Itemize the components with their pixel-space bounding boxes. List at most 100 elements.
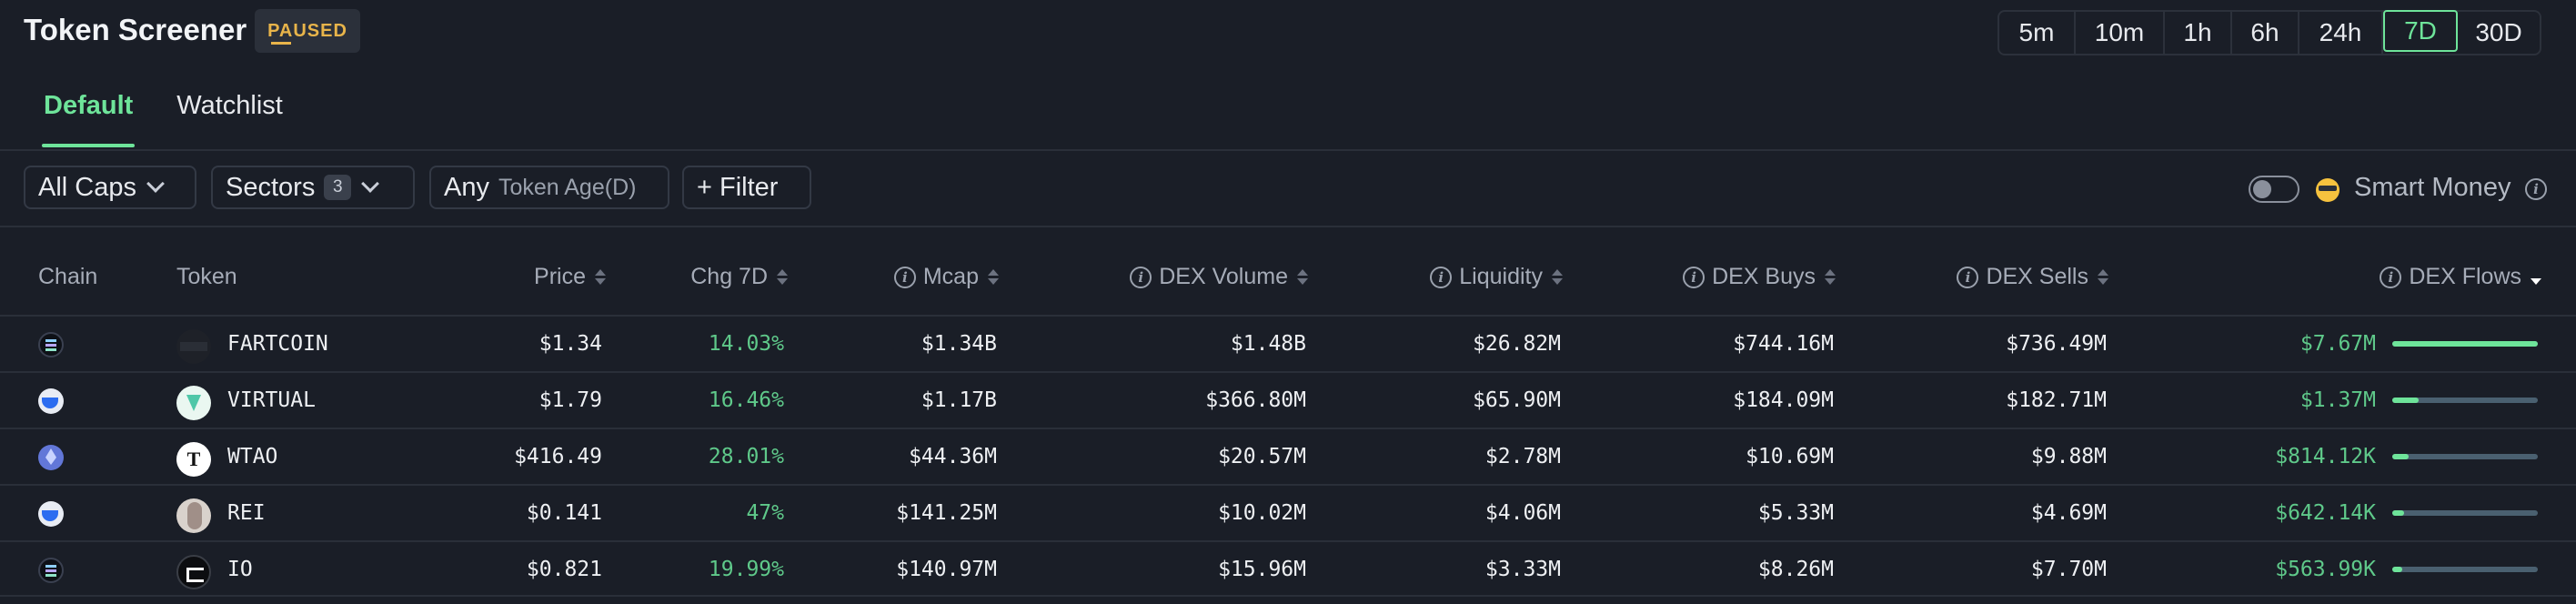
paused-underline: [271, 42, 291, 45]
io-token-icon: [176, 555, 211, 589]
sectors-dropdown-label: Sectors: [226, 172, 316, 202]
volume-cell: $1.48B: [1230, 332, 1306, 356]
liquidity-cell: $65.90M: [1473, 388, 1561, 412]
timeframe-30d-button[interactable]: 30D: [2458, 12, 2540, 54]
col-price-label: Price: [534, 264, 586, 289]
token-name[interactable]: FARTCOIN: [227, 317, 328, 371]
col-flows[interactable]: i DEX Flows: [2274, 264, 2541, 290]
col-volume-label: DEX Volume: [1159, 264, 1288, 289]
sort-icon: [2098, 269, 2108, 285]
mcap-cell: $1.34B: [921, 332, 997, 356]
info-icon[interactable]: i: [1683, 266, 1706, 288]
timeframe-1h-button[interactable]: 1h: [2165, 12, 2232, 54]
smart-money-toggle[interactable]: [2249, 176, 2299, 203]
liquidity-cell: $2.78M: [1484, 445, 1561, 468]
sort-icon: [595, 269, 606, 285]
col-buys[interactable]: i DEX Buys: [1619, 264, 1836, 290]
base-icon: [38, 501, 64, 527]
timeframe-5m-button[interactable]: 5m: [1999, 12, 2076, 54]
caps-dropdown[interactable]: All Caps: [24, 166, 196, 209]
page-title: Token Screener: [24, 13, 247, 46]
timeframe-24h-button[interactable]: 24h: [2299, 12, 2383, 54]
liquidity-cell: $4.06M: [1484, 501, 1561, 525]
token-name[interactable]: VIRTUAL: [227, 373, 316, 428]
token-name[interactable]: IO: [227, 542, 253, 597]
chevron-down-icon: [361, 175, 380, 193]
mcap-cell: $1.17B: [921, 388, 997, 412]
token-age-value: Any: [444, 172, 489, 202]
info-icon[interactable]: i: [1957, 266, 1979, 288]
volume-cell: $15.96M: [1218, 558, 1306, 581]
sectors-count-badge: 3: [324, 175, 352, 200]
base-icon: [38, 388, 64, 414]
rei-token-icon: [176, 498, 211, 533]
col-buys-label: DEX Buys: [1712, 264, 1816, 289]
col-price[interactable]: Price: [437, 264, 606, 290]
token-age-filter[interactable]: Any Token Age(D): [429, 166, 669, 209]
volume-cell: $366.80M: [1205, 388, 1306, 412]
table-row[interactable]: T WTAO $416.49 28.01% $44.36M $20.57M $2…: [0, 428, 2576, 484]
chg-cell: 16.46%: [708, 388, 784, 412]
table-row[interactable]: VIRTUAL $1.79 16.46% $1.17B $366.80M $65…: [0, 371, 2576, 428]
info-icon[interactable]: i: [1130, 266, 1152, 288]
liquidity-cell: $26.82M: [1473, 332, 1561, 356]
sectors-dropdown[interactable]: Sectors 3: [211, 166, 415, 209]
col-sells[interactable]: i DEX Sells: [1892, 264, 2108, 290]
tab-watchlist[interactable]: Watchlist: [176, 91, 283, 147]
flow-bar-fill: [2392, 567, 2403, 572]
flows-cell: $814.12K: [2275, 445, 2376, 468]
col-liquidity[interactable]: i Liquidity: [1346, 264, 1563, 290]
smart-money-label: Smart Money: [2354, 173, 2511, 202]
col-volume[interactable]: i DEX Volume: [1073, 264, 1308, 290]
sells-cell: $4.69M: [2030, 501, 2107, 525]
col-mcap[interactable]: i Mcap: [800, 264, 999, 290]
flow-bar: [2392, 510, 2538, 516]
tab-bar: Default Watchlist: [41, 91, 283, 147]
col-chg[interactable]: Chg 7D: [619, 264, 788, 290]
sells-cell: $9.88M: [2030, 445, 2107, 468]
col-flows-label: DEX Flows: [2409, 264, 2521, 289]
sells-cell: $7.70M: [2030, 558, 2107, 581]
add-filter-button[interactable]: + Filter: [682, 166, 811, 209]
flows-cell: $642.14K: [2275, 501, 2376, 525]
col-sells-label: DEX Sells: [1986, 264, 2088, 289]
virtual-token-icon: [176, 386, 211, 420]
flows-cell: $7.67M: [2299, 332, 2376, 356]
col-mcap-label: Mcap: [922, 264, 979, 289]
table-row[interactable]: FARTCOIN $1.34 14.03% $1.34B $1.48B $26.…: [0, 315, 2576, 371]
sells-cell: $182.71M: [2006, 388, 2107, 412]
col-token: Token: [176, 264, 237, 289]
info-icon[interactable]: i: [1430, 266, 1453, 288]
info-icon[interactable]: i: [2380, 266, 2402, 288]
table-row[interactable]: IO $0.821 19.99% $140.97M $15.96M $3.33M…: [0, 540, 2576, 597]
sort-icon: [988, 269, 999, 285]
flows-cell: $563.99K: [2275, 558, 2376, 581]
ethereum-icon: [38, 445, 64, 470]
table-header: Chain Token Price Chg 7D i Mcap i DEX Vo…: [0, 264, 2576, 300]
table-row[interactable]: REI $0.141 47% $141.25M $10.02M $4.06M $…: [0, 484, 2576, 540]
timeframe-6h-button[interactable]: 6h: [2232, 12, 2299, 54]
token-name[interactable]: WTAO: [227, 429, 277, 484]
col-chg-label: Chg 7D: [690, 264, 768, 289]
info-icon[interactable]: i: [893, 266, 916, 288]
flow-bar-fill: [2392, 510, 2404, 516]
buys-cell: $184.09M: [1733, 388, 1834, 412]
chevron-down-icon: [146, 175, 165, 193]
timeframe-7d-button[interactable]: 7D: [2383, 10, 2458, 52]
info-icon[interactable]: i: [2525, 178, 2547, 200]
tab-divider: [0, 149, 2576, 151]
tab-default[interactable]: Default: [41, 91, 136, 147]
wtao-token-icon: T: [176, 442, 211, 477]
paused-badge[interactable]: PAUSED: [255, 9, 360, 53]
col-liquidity-label: Liquidity: [1459, 264, 1543, 289]
flow-bar-fill: [2392, 398, 2419, 403]
solana-icon: [38, 558, 64, 583]
sort-icon: [1552, 269, 1563, 285]
token-name[interactable]: REI: [227, 486, 266, 540]
timeframe-10m-button[interactable]: 10m: [2076, 12, 2165, 54]
add-filter-label: + Filter: [697, 172, 779, 202]
timeframe-selector: 5m 10m 1h 6h 24h 7D 30D: [1997, 10, 2541, 55]
buys-cell: $744.16M: [1733, 332, 1834, 356]
price-cell: $1.79: [538, 388, 602, 412]
chg-cell: 19.99%: [708, 558, 784, 581]
